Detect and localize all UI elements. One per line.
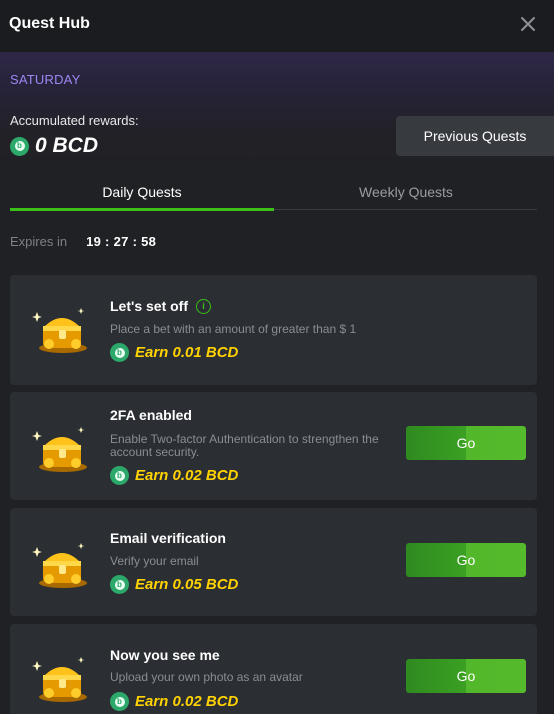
accumulated-rewards-label: Accumulated rewards:: [10, 113, 139, 128]
quest-reward: b Earn 0.02 BCD: [110, 466, 238, 485]
accumulated-rewards-value: b 0 BCD: [10, 134, 98, 158]
quest-description: Verify your email: [110, 554, 199, 568]
quest-title: Email verification: [110, 530, 226, 546]
expires-countdown: 19 : 27 : 58: [86, 234, 157, 249]
tab-weekly-quests[interactable]: Weekly Quests: [274, 176, 538, 210]
previous-quests-button[interactable]: Previous Quests: [396, 116, 554, 156]
quest-reward-text: Earn 0.01 BCD: [135, 344, 239, 361]
expires-row: Expires in 19 : 27 : 58: [10, 234, 156, 249]
modal-title: Quest Hub: [9, 15, 90, 32]
day-label: SATURDAY: [10, 72, 81, 87]
close-icon[interactable]: [516, 12, 540, 36]
bcd-coin-icon: b: [110, 466, 129, 485]
expires-label: Expires in: [10, 234, 68, 249]
quest-card: Now you see me Upload your own photo as …: [10, 624, 537, 714]
treasure-chest-icon: [32, 657, 87, 702]
quest-title-text: 2FA enabled: [110, 407, 192, 423]
quest-reward-text: Earn 0.02 BCD: [135, 467, 239, 484]
treasure-chest-icon: [32, 308, 87, 353]
go-button[interactable]: Go: [406, 659, 526, 693]
quest-title: 2FA enabled: [110, 407, 192, 423]
treasure-chest-icon: [32, 543, 87, 588]
quest-description: Upload your own photo as an avatar: [110, 670, 303, 684]
quest-reward: b Earn 0.05 BCD: [110, 575, 238, 594]
bcd-coin-icon: b: [110, 692, 129, 711]
quest-card: Email verification Verify your email b E…: [10, 508, 537, 616]
quest-card: 2FA enabled Enable Two-factor Authentica…: [10, 392, 537, 500]
bcd-coin-icon: b: [110, 343, 129, 362]
quest-reward: b Earn 0.02 BCD: [110, 692, 238, 711]
quest-title: Let's set off i: [110, 298, 212, 314]
quest-reward-text: Earn 0.02 BCD: [135, 693, 239, 710]
modal-header: Quest Hub: [0, 0, 554, 52]
accumulated-amount: 0 BCD: [35, 134, 99, 157]
tab-daily-quests[interactable]: Daily Quests: [10, 176, 274, 211]
quest-tabs: Daily Quests Weekly Quests: [10, 176, 538, 211]
quest-title-text: Now you see me: [110, 647, 220, 663]
quest-description: Place a bet with an amount of greater th…: [110, 322, 357, 336]
quest-reward-text: Earn 0.05 BCD: [135, 576, 239, 593]
quest-description: Enable Two-factor Authentication to stre…: [110, 432, 379, 459]
bcd-coin-icon: b: [110, 575, 129, 594]
quest-title-text: Let's set off: [110, 298, 189, 314]
quest-title-text: Email verification: [110, 530, 226, 546]
quest-reward: b Earn 0.01 BCD: [110, 343, 238, 362]
go-button[interactable]: Go: [406, 543, 526, 577]
info-icon[interactable]: i: [196, 298, 212, 314]
bcd-coin-icon: b: [10, 136, 29, 156]
go-button[interactable]: Go: [406, 426, 526, 460]
quest-title: Now you see me: [110, 647, 220, 663]
quest-card: Let's set off i Place a bet with an amou…: [10, 275, 537, 385]
treasure-chest-icon: [32, 427, 87, 472]
